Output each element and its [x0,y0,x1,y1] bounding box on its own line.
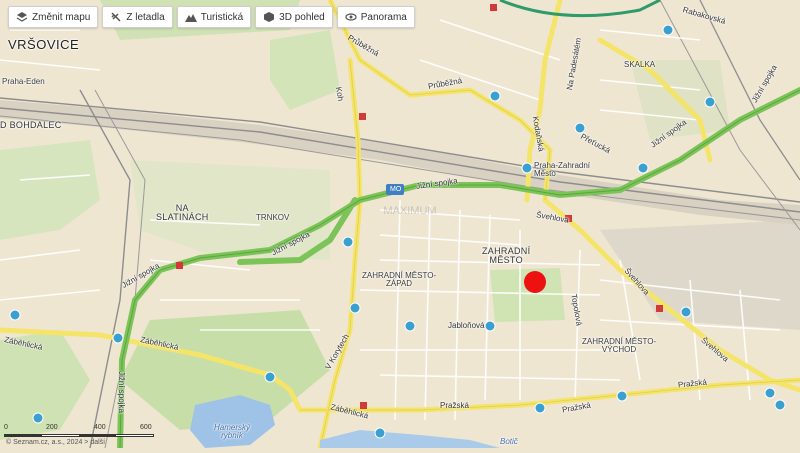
scale-label-600: 600 [140,424,152,431]
label-na-slatinach: NA SLATINÁCH [156,203,209,222]
eye-icon [345,13,357,21]
map-canvas[interactable]: MAXIMUM VRŠOVICE D BOHDALEC NA SLATINÁCH… [0,0,800,451]
aerial-label: Z letadla [126,11,165,23]
label-mo-shield: MO [390,186,402,193]
label-jizni-spojka-6: Jižní spojka [116,371,126,413]
panorama-label: Panorama [360,11,407,23]
change-map-label: Změnit mapu [32,11,91,23]
scale-label-200: 200 [46,424,58,431]
tourist-button[interactable]: Turistická [176,6,252,28]
label-bohdalec: D BOHDALEC [0,120,62,130]
layers-icon [16,12,28,22]
scale-label-400: 400 [94,424,106,431]
panorama-button[interactable]: Panorama [336,6,415,28]
scale-label-0: 0 [4,424,8,431]
tourist-label: Turistická [200,11,244,23]
change-map-button[interactable]: Změnit mapu [8,6,99,28]
watermark-text: MAXIMUM [383,205,437,217]
label-praha-eden: Praha-Eden [2,77,45,86]
label-zahradni-mesto-zapad: ZAHRADNÍ MĚSTO- ZÁPAD [362,271,437,288]
location-marker[interactable] [524,271,546,293]
cube-icon [264,12,275,22]
label-koh: Koh [333,86,346,102]
label-jablonova: Jabloňová [448,321,485,330]
3d-view-label: 3D pohled [279,11,325,23]
copyright-text[interactable]: © Seznam.cz, a.s., 2024 > další [6,439,105,446]
label-zahradni-mesto-vychod: ZAHRADNÍ MĚSTO- VÝCHOD [582,337,657,354]
label-skalka: SKALKA [624,60,656,69]
label-botic: Botič [500,437,518,446]
label-praha-zahradni-mesto: Praha-Zahradní Město [534,161,591,178]
map-toolbar: Změnit mapu Z letadla Turistická 3D pohl… [8,6,415,28]
label-prazska-1: Pražská [440,401,469,410]
scale-bar: 0 200 400 600 [4,424,154,438]
scale-bar-graphic [4,434,154,437]
3d-view-button[interactable]: 3D pohled [255,6,333,28]
label-zahradni-mesto: ZAHRADNÍ MĚSTO [482,246,531,265]
mountain-icon [184,14,197,22]
aerial-button[interactable]: Z letadla [102,6,173,28]
label-vrsovice: VRŠOVICE [8,37,80,52]
plane-icon [111,12,121,22]
label-hamersky-rybnik: Hamerský rybník [214,423,251,440]
label-trnkov: TRNKOV [256,213,290,222]
